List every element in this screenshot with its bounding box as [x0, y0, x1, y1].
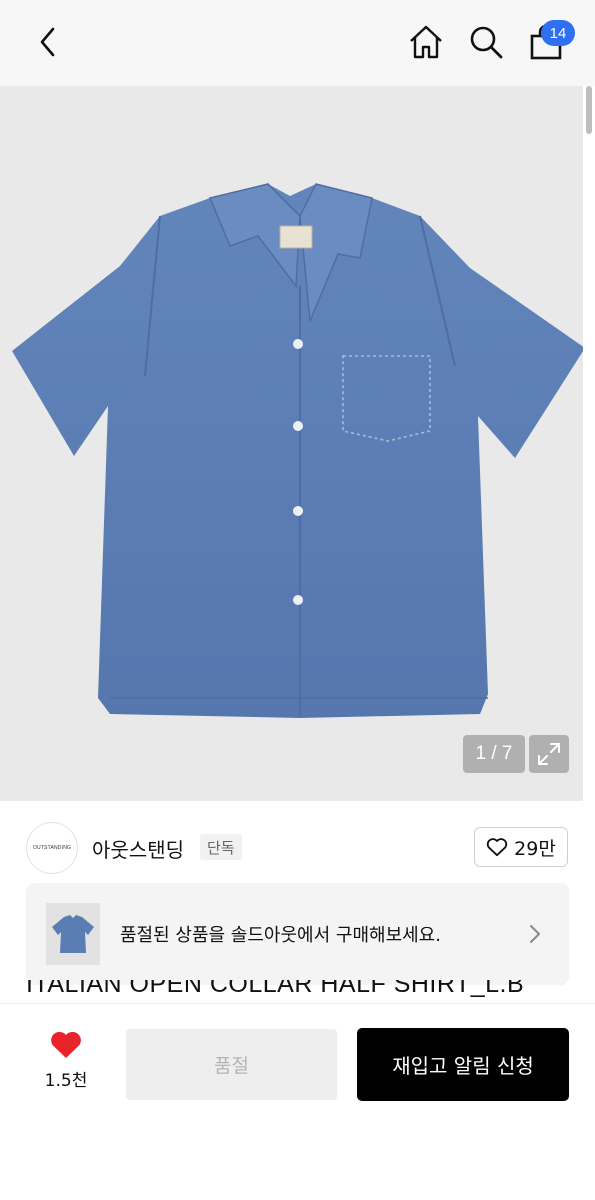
product-image [12, 183, 583, 718]
product-title-container: ITALIAN OPEN COLLAR HALF SHIRT_L.B [26, 980, 571, 998]
back-button[interactable] [28, 22, 68, 62]
banner-message: 품절된 상품을 솔드아웃에서 구매해보세요. [120, 925, 441, 946]
chevron-right-icon [530, 925, 540, 943]
heart-filled-icon [51, 1031, 81, 1058]
expand-icon [538, 743, 560, 765]
wishlist-button[interactable]: 1.5천 [36, 1030, 96, 1091]
home-icon [410, 25, 442, 59]
brand-like-count: 29만 [514, 837, 556, 860]
brand-name[interactable]: 아웃스탠딩 [92, 834, 184, 863]
chevron-left-icon [40, 27, 55, 57]
expand-image-button[interactable] [529, 735, 569, 773]
brand-logo-text: OUTSTANDING [32, 845, 72, 851]
image-counter: 1 / 7 [463, 735, 525, 773]
product-title: ITALIAN OPEN COLLAR HALF SHIRT_L.B [26, 980, 525, 998]
soldout-button: 품절 [126, 1029, 337, 1100]
restock-alert-button[interactable]: 재입고 알림 신청 [357, 1028, 569, 1101]
exclusive-badge: 단독 [200, 834, 242, 860]
cart-count-badge: 14 [541, 20, 575, 46]
search-button[interactable] [466, 22, 506, 62]
product-image-gallery[interactable] [0, 86, 583, 801]
wishlist-count: 1.5천 [44, 1071, 88, 1091]
brand-like-button[interactable]: 29만 [474, 827, 568, 867]
brand-logo[interactable]: OUTSTANDING [26, 822, 78, 874]
page-scrollbar[interactable] [586, 86, 592, 134]
heart-outline-icon [486, 838, 508, 857]
search-icon [470, 26, 503, 59]
banner-product-thumbnail [46, 903, 100, 965]
home-button[interactable] [406, 22, 446, 62]
top-navigation-bar: 14 [0, 0, 595, 86]
soldout-market-banner[interactable]: 품절된 상품을 솔드아웃에서 구매해보세요. [26, 883, 569, 985]
shirt-thumbnail-icon [52, 915, 94, 953]
